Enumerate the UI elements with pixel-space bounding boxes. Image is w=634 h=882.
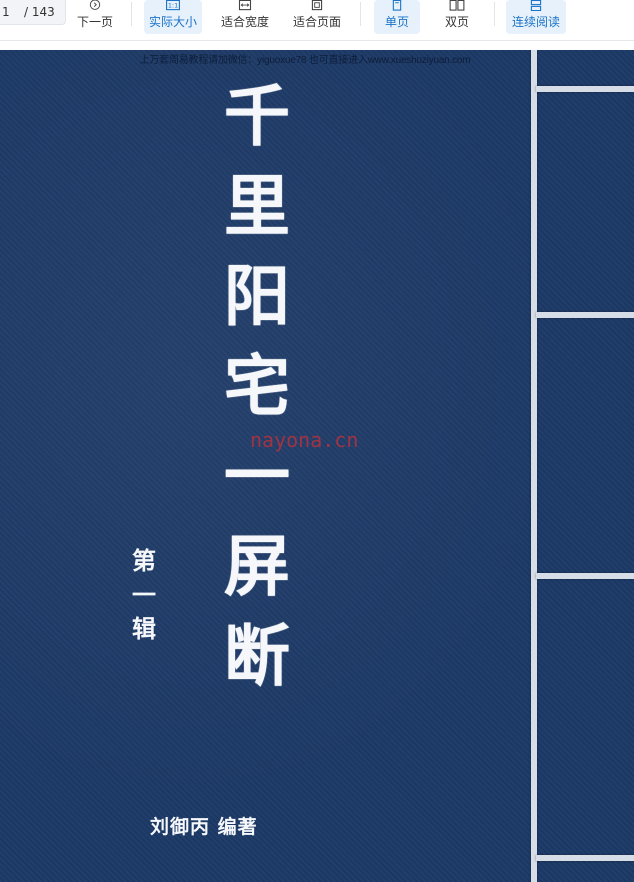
next-page-button[interactable]: 下一页 [72,0,118,34]
next-page-label: 下一页 [76,15,113,29]
actual-size-icon: 1:1 [166,0,180,11]
watermark-mid-text: nayona.cn [250,428,359,452]
fit-width-button[interactable]: 适合宽度 [216,0,274,34]
actual-size-button[interactable]: 1:1 实际大小 [144,0,202,34]
book-cover: 上万套周易教程请加微信：yiguoxue78 也可直接进入www.xueshuz… [0,50,634,882]
current-page-input[interactable]: 1 [2,5,14,19]
next-page-icon [89,0,101,10]
title-char: 千 [224,78,290,155]
volume-char: 一 [132,581,156,609]
title-char: 里 [224,168,290,245]
title-char: 宅 [224,348,290,425]
book-title: 千 里 阳 宅 一 屏 断 [212,72,302,702]
viewer-toolbar: 1 / 143 下一页 1:1 实际大小 适合宽度 适合页面 单页 双页 连续阅… [0,0,634,41]
single-page-icon [392,0,402,11]
volume-char: 辑 [132,615,156,643]
binding-stitch [536,573,634,579]
volume-char: 第 [132,547,156,575]
title-char: 断 [224,618,290,695]
author-line: 刘御丙 编著 [150,816,258,838]
binding-spine-line [531,50,537,882]
total-pages-label: / 143 [24,5,55,19]
fit-page-label: 适合页面 [292,15,341,29]
two-page-label: 双页 [444,15,469,29]
two-page-icon [449,0,465,11]
fit-width-icon [238,0,252,11]
document-viewport[interactable]: 上万套周易教程请加微信：yiguoxue78 也可直接进入www.xueshuz… [0,50,634,882]
toolbar-divider [360,2,361,26]
single-page-label: 单页 [384,15,409,29]
title-char: 屏 [224,528,290,605]
continuous-read-icon [530,0,542,11]
two-page-button[interactable]: 双页 [434,0,480,34]
fit-page-button[interactable]: 适合页面 [288,0,346,34]
fit-width-label: 适合宽度 [220,15,269,29]
continuous-read-label: 连续阅读 [511,15,560,29]
svg-text:1:1: 1:1 [168,1,178,9]
single-page-button[interactable]: 单页 [374,0,420,34]
toolbar-divider [494,2,495,26]
binding-stitch [536,86,634,92]
fit-page-icon [311,0,323,11]
watermark-top-text: 上万套周易教程请加微信：yiguoxue78 也可直接进入www.xueshuz… [139,55,471,66]
page-indicator[interactable]: 1 / 143 [0,0,66,25]
actual-size-label: 实际大小 [148,15,197,29]
binding-stitch [536,312,634,318]
title-char: 阳 [224,258,290,335]
toolbar-divider [131,2,132,26]
volume-label: 第 一 辑 [124,544,164,646]
binding-stitch [536,855,634,861]
continuous-read-button[interactable]: 连续阅读 [506,0,566,34]
